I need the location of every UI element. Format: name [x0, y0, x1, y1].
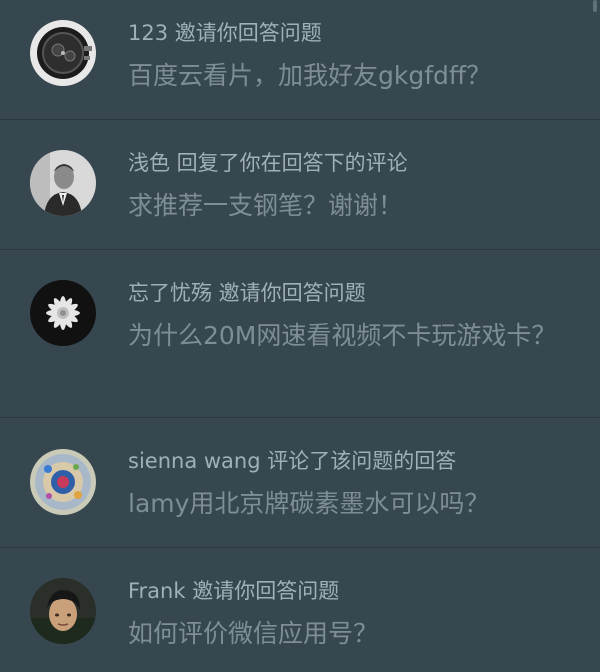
- colorful-pattern-avatar-icon[interactable]: [30, 449, 96, 515]
- notification-question[interactable]: lamy用北京牌碳素墨水可以吗？: [128, 484, 558, 524]
- notification-question[interactable]: 如何评价微信应用号？: [128, 614, 558, 654]
- notification-item[interactable]: 浅色 回复了你在回答下的评论 求推荐一支钢笔？谢谢！: [0, 120, 600, 250]
- notification-actor[interactable]: 123 邀请你回答问题: [128, 17, 322, 47]
- notification-item[interactable]: sienna wang 评论了该问题的回答 lamy用北京牌碳素墨水可以吗？: [0, 418, 600, 548]
- notification-item[interactable]: 123 邀请你回答问题 百度云看片，加我好友gkgfdff？: [0, 0, 600, 120]
- notification-actor[interactable]: sienna wang 评论了该问题的回答: [128, 445, 456, 475]
- scrollbar[interactable]: [593, 0, 597, 12]
- notification-actor[interactable]: Frank 邀请你回答问题: [128, 575, 339, 605]
- notification-question[interactable]: 百度云看片，加我好友gkgfdff？: [128, 56, 558, 96]
- notification-actor[interactable]: 浅色 回复了你在回答下的评论: [128, 147, 408, 177]
- watch-avatar-icon[interactable]: [30, 20, 96, 86]
- notification-question[interactable]: 为什么20M网速看视频不卡玩游戏卡？: [128, 316, 558, 356]
- notification-list: 123 邀请你回答问题 百度云看片，加我好友gkgfdff？ 浅色 回复了你在回…: [0, 0, 600, 672]
- young-man-avatar-icon[interactable]: [30, 578, 96, 644]
- notification-item[interactable]: Frank 邀请你回答问题 如何评价微信应用号？: [0, 548, 600, 672]
- notification-actor[interactable]: 忘了忧殇 邀请你回答问题: [128, 277, 366, 307]
- man-in-suit-avatar-icon[interactable]: [30, 150, 96, 216]
- notification-item[interactable]: 忘了忧殇 邀请你回答问题 为什么20M网速看视频不卡玩游戏卡？: [0, 250, 600, 418]
- white-flower-avatar-icon[interactable]: [30, 280, 96, 346]
- notification-question[interactable]: 求推荐一支钢笔？谢谢！: [128, 186, 558, 226]
